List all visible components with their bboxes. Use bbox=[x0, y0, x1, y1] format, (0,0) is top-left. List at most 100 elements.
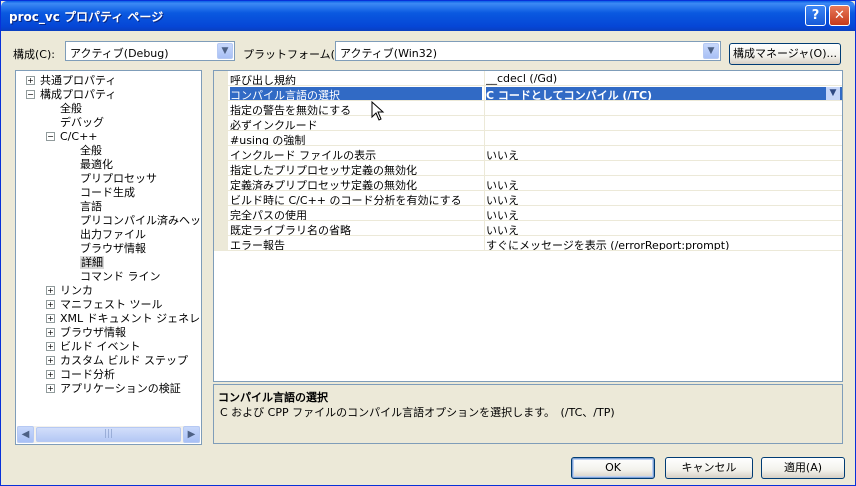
collapse-icon[interactable]: − bbox=[26, 90, 35, 99]
column-divider[interactable] bbox=[484, 116, 485, 131]
description-text: C および CPP ファイルのコンパイル言語オプションを選択します。 (/TC、… bbox=[220, 406, 615, 419]
tree-item[interactable]: + 共通プロパティ bbox=[26, 74, 116, 88]
tree-item[interactable]: コマンド ライン bbox=[80, 270, 161, 284]
tree-item-label: 共通プロパティ bbox=[40, 74, 117, 87]
tree-item[interactable]: + カスタム ビルド ステップ bbox=[46, 354, 188, 368]
tree-item[interactable]: + ブラウザ情報 bbox=[46, 326, 126, 340]
expand-icon[interactable]: + bbox=[46, 314, 55, 323]
property-value[interactable]: いいえ bbox=[486, 192, 842, 205]
expand-icon[interactable]: + bbox=[46, 300, 55, 309]
chevron-down-icon: ▼ bbox=[703, 43, 719, 59]
tree-item[interactable]: プリコンパイル済みヘッダー bbox=[80, 214, 201, 228]
tree-item[interactable]: コード生成 bbox=[80, 186, 135, 200]
config-dropdown[interactable]: アクティブ(Debug) ▼ bbox=[65, 41, 235, 61]
column-divider[interactable] bbox=[484, 236, 485, 251]
tree-item-label: ブラウザ情報 bbox=[60, 326, 126, 339]
tree-item-label: 出力ファイル bbox=[80, 228, 146, 241]
tree-horizontal-scrollbar[interactable]: ◀ ||| ▶ bbox=[17, 426, 200, 443]
tree-item[interactable]: − C/C++ bbox=[46, 130, 98, 144]
cancel-button[interactable]: キャンセル bbox=[665, 457, 753, 479]
expand-icon[interactable]: + bbox=[46, 328, 55, 337]
scroll-right-icon[interactable]: ▶ bbox=[183, 426, 200, 443]
platform-dropdown[interactable]: アクティブ(Win32) ▼ bbox=[335, 41, 721, 61]
property-value[interactable]: いいえ bbox=[486, 222, 842, 235]
column-divider[interactable] bbox=[484, 71, 485, 86]
property-row[interactable]: 指定の警告を無効にする bbox=[214, 101, 842, 116]
tree-item[interactable]: + マニフェスト ツール bbox=[46, 298, 163, 312]
row-gutter bbox=[214, 161, 228, 176]
tree-item[interactable]: ブラウザ情報 bbox=[80, 242, 146, 256]
property-row[interactable]: 完全パスの使用 いいえ bbox=[214, 206, 842, 221]
tree-item[interactable]: 全般 bbox=[80, 144, 102, 158]
column-divider[interactable] bbox=[484, 146, 485, 161]
chevron-down-icon[interactable]: ▼ bbox=[826, 87, 840, 100]
tree-item[interactable]: 言語 bbox=[80, 200, 102, 214]
tree-item[interactable]: + ビルド イベント bbox=[46, 340, 141, 354]
expand-icon[interactable]: + bbox=[46, 342, 55, 351]
expand-icon[interactable]: + bbox=[46, 384, 55, 393]
property-name: ビルド時に C/C++ のコード分析を有効にする bbox=[230, 194, 462, 205]
tree-item[interactable]: 出力ファイル bbox=[80, 228, 146, 242]
property-row[interactable]: 既定ライブラリ名の省略 いいえ bbox=[214, 221, 842, 236]
property-row[interactable]: #using の強制 bbox=[214, 131, 842, 146]
column-divider[interactable] bbox=[484, 176, 485, 191]
config-manager-button[interactable]: 構成マネージャ(O)... bbox=[729, 43, 841, 65]
property-value[interactable] bbox=[486, 117, 842, 130]
tree-item-label: マニフェスト ツール bbox=[60, 298, 163, 311]
tree-item-label: 全般 bbox=[60, 102, 82, 115]
property-name: 呼び出し規約 bbox=[230, 74, 296, 85]
expand-icon[interactable]: + bbox=[46, 356, 55, 365]
property-row[interactable]: 呼び出し規約 __cdecl (/Gd) bbox=[214, 71, 842, 86]
column-divider[interactable] bbox=[484, 86, 485, 101]
column-divider[interactable] bbox=[484, 101, 485, 116]
tree-item[interactable]: + XML ドキュメント ジェネレータ bbox=[46, 312, 201, 326]
tree-item[interactable]: + アプリケーションの検証 bbox=[46, 382, 181, 396]
tree-item[interactable]: デバッグ bbox=[60, 116, 104, 130]
property-value[interactable]: すぐにメッセージを表示 (/errorReport:prompt) bbox=[486, 237, 842, 250]
property-value[interactable] bbox=[486, 132, 842, 145]
property-row[interactable]: コンパイル言語の選択 C コードとしてコンパイル (/TC) ▼ bbox=[214, 86, 842, 101]
property-value[interactable]: いいえ bbox=[486, 177, 842, 190]
property-row[interactable]: ビルド時に C/C++ のコード分析を有効にする いいえ bbox=[214, 191, 842, 206]
column-divider[interactable] bbox=[484, 191, 485, 206]
row-gutter bbox=[214, 86, 228, 101]
tree-item-label: 最適化 bbox=[80, 158, 113, 171]
property-value[interactable]: いいえ bbox=[486, 207, 842, 220]
scroll-left-icon[interactable]: ◀ bbox=[17, 426, 34, 443]
row-gutter bbox=[214, 206, 228, 221]
close-button[interactable]: ✕ bbox=[829, 5, 850, 26]
property-value[interactable] bbox=[486, 162, 842, 175]
column-divider[interactable] bbox=[484, 131, 485, 146]
property-value-text: __cdecl (/Gd) bbox=[486, 72, 558, 85]
mouse-pointer-icon bbox=[371, 101, 385, 121]
expand-icon[interactable]: + bbox=[46, 286, 55, 295]
property-row[interactable]: 指定したプリプロセッサ定義の無効化 bbox=[214, 161, 842, 176]
column-divider[interactable] bbox=[484, 221, 485, 236]
tree-item[interactable]: 全般 bbox=[60, 102, 82, 116]
column-divider[interactable] bbox=[484, 206, 485, 221]
property-value[interactable]: いいえ bbox=[486, 147, 842, 160]
property-row[interactable]: エラー報告 すぐにメッセージを表示 (/errorReport:prompt) bbox=[214, 236, 842, 251]
scroll-thumb[interactable]: ||| bbox=[36, 427, 181, 442]
tree-item[interactable]: 詳細 bbox=[80, 256, 104, 270]
expand-icon[interactable]: + bbox=[26, 76, 35, 85]
help-button[interactable]: ? bbox=[805, 5, 826, 26]
column-divider[interactable] bbox=[484, 161, 485, 176]
property-row[interactable]: インクルード ファイルの表示 いいえ bbox=[214, 146, 842, 161]
apply-button[interactable]: 適用(A) bbox=[761, 457, 845, 479]
tree-item[interactable]: − 構成プロパティ bbox=[26, 88, 116, 102]
property-value[interactable]: __cdecl (/Gd) bbox=[486, 72, 842, 85]
tree-item[interactable]: + リンカ bbox=[46, 284, 93, 298]
property-row[interactable]: 必ずインクルード bbox=[214, 116, 842, 131]
title-bar[interactable]: proc_vc プロパティ ページ ? ✕ bbox=[1, 1, 855, 31]
tree-item[interactable]: 最適化 bbox=[80, 158, 113, 172]
expand-icon[interactable]: + bbox=[46, 370, 55, 379]
tree-item[interactable]: プリプロセッサ bbox=[80, 172, 157, 186]
tree-item[interactable]: + コード分析 bbox=[46, 368, 115, 382]
tree-item-label: コード生成 bbox=[80, 186, 135, 199]
property-value[interactable] bbox=[486, 102, 842, 115]
property-value[interactable]: C コードとしてコンパイル (/TC) ▼ bbox=[486, 87, 842, 100]
collapse-icon[interactable]: − bbox=[46, 132, 55, 141]
property-row[interactable]: 定義済みプリプロセッサ定義の無効化 いいえ bbox=[214, 176, 842, 191]
ok-button[interactable]: OK bbox=[571, 457, 655, 479]
